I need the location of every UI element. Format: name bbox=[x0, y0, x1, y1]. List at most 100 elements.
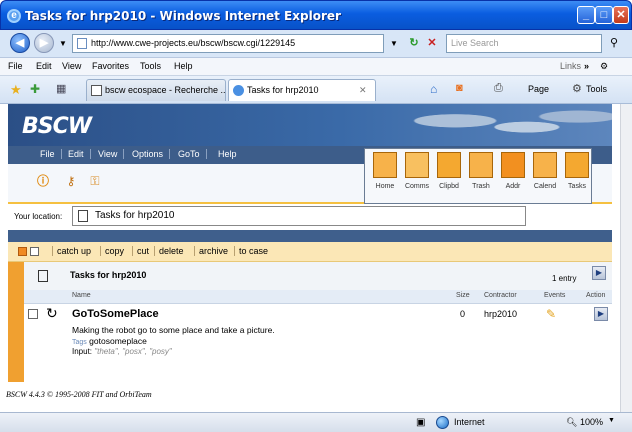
page-icon bbox=[91, 85, 102, 96]
toolbar-extra-icon[interactable]: ⚙ bbox=[600, 61, 608, 72]
close-tab-icon[interactable]: ✕ bbox=[359, 80, 367, 100]
separator-bar bbox=[8, 230, 612, 242]
keys-icon[interactable]: ⚿ bbox=[88, 174, 102, 188]
print-icon[interactable]: ⎙ bbox=[494, 82, 503, 95]
menu-edit[interactable]: Edit bbox=[36, 61, 52, 71]
page-icon bbox=[77, 38, 87, 49]
action-bar: catch up copy cut delete archive to case bbox=[8, 242, 612, 262]
bscw-menu-goto[interactable]: GoTo bbox=[172, 149, 207, 159]
row-action-arrow-icon[interactable]: ▶ bbox=[594, 307, 608, 321]
select-none-checkbox[interactable] bbox=[30, 247, 39, 256]
menu-tools[interactable]: Tools bbox=[140, 61, 161, 71]
location-value: Tasks for hrp2010 bbox=[95, 210, 175, 221]
search-input[interactable]: Live Search bbox=[446, 34, 602, 53]
people-icon[interactable] bbox=[405, 152, 429, 178]
delete-link[interactable]: delete bbox=[154, 246, 188, 256]
zoom-icon[interactable]: 🔍︎ bbox=[566, 417, 577, 428]
bscw-menu-edit[interactable]: Edit bbox=[62, 149, 91, 159]
favorites-star-icon[interactable]: ★ bbox=[10, 82, 22, 98]
home-icon[interactable] bbox=[373, 152, 397, 178]
ie-logo-icon: e bbox=[7, 9, 21, 23]
select-all-checkbox[interactable] bbox=[18, 247, 27, 256]
home-icon[interactable]: ⌂ bbox=[430, 82, 437, 96]
gear-icon[interactable]: ⚙ bbox=[572, 82, 582, 95]
catch-up-link[interactable]: catch up bbox=[52, 246, 95, 256]
bscw-menu-options[interactable]: Options bbox=[126, 149, 171, 159]
tab-tasks-hrp2010[interactable]: Tasks for hrp2010 ✕ bbox=[228, 79, 376, 101]
task-icon: ↻ bbox=[46, 305, 58, 321]
clipboard-icon[interactable] bbox=[437, 152, 461, 178]
menu-file[interactable]: File bbox=[8, 61, 23, 71]
refresh-icon[interactable]: ↻ bbox=[406, 36, 422, 51]
col-name[interactable]: Name bbox=[72, 292, 91, 299]
menu-favorites[interactable]: Favorites bbox=[92, 61, 129, 71]
task-contractor-link[interactable]: hrp2010 bbox=[484, 309, 517, 319]
menu-view[interactable]: View bbox=[62, 61, 81, 71]
address-url: http://www.cwe-projects.eu/bscw/bscw.cgi… bbox=[91, 38, 296, 48]
col-events[interactable]: Events bbox=[544, 292, 565, 299]
address-row: ◀ ▶ ▼ http://www.cwe-projects.eu/bscw/bs… bbox=[0, 30, 632, 58]
comms-label: Comms bbox=[404, 183, 430, 190]
page-menu[interactable]: Page bbox=[528, 84, 549, 94]
world-map-graphic bbox=[388, 104, 612, 146]
security-icon[interactable]: ▣ bbox=[416, 417, 425, 428]
row-checkbox[interactable] bbox=[28, 309, 38, 319]
info-icon[interactable]: ⓘ bbox=[36, 174, 50, 188]
addr-label: Addr bbox=[505, 183, 521, 190]
list-header: Tasks for hrp2010 1 entry ▶ bbox=[24, 262, 612, 290]
tags-value[interactable]: gotosomeplace bbox=[89, 336, 147, 346]
task-list-icon bbox=[78, 210, 88, 222]
cut-link[interactable]: cut bbox=[132, 246, 153, 256]
search-icon[interactable]: ⚲ bbox=[606, 36, 622, 51]
copy-link[interactable]: copy bbox=[100, 246, 128, 256]
bscw-logo[interactable]: BSCW bbox=[22, 114, 92, 139]
zoom-level[interactable]: 100% bbox=[580, 417, 603, 427]
bscw-menu-help[interactable]: Help bbox=[212, 149, 243, 159]
maximize-button[interactable]: □ bbox=[595, 6, 613, 24]
col-contractor[interactable]: Contractor bbox=[484, 292, 517, 299]
address-input[interactable]: http://www.cwe-projects.eu/bscw/bscw.cgi… bbox=[72, 34, 384, 53]
tools-menu[interactable]: Tools bbox=[586, 84, 607, 94]
tasks-icon[interactable] bbox=[565, 152, 589, 178]
bscw-menu-view[interactable]: View bbox=[92, 149, 125, 159]
close-button[interactable]: ✕ bbox=[613, 6, 629, 24]
trash-label: Trash bbox=[472, 183, 490, 190]
zoom-dropdown-icon[interactable]: ▼ bbox=[608, 417, 615, 424]
list-menu-arrow-icon[interactable]: ▶ bbox=[592, 266, 606, 280]
event-pencil-icon[interactable]: ✎ bbox=[546, 308, 560, 320]
add-favorite-icon[interactable]: ✚ bbox=[30, 82, 40, 96]
history-dropdown-icon[interactable]: ▼ bbox=[55, 36, 71, 51]
address-book-icon[interactable] bbox=[501, 152, 525, 178]
stop-icon[interactable]: ✕ bbox=[424, 36, 440, 51]
window-title-bar[interactable]: e Tasks for hrp2010 - Windows Internet E… bbox=[0, 0, 632, 30]
task-size: 0 bbox=[460, 309, 466, 319]
task-name-link[interactable]: GoToSomePlace bbox=[72, 308, 159, 320]
to-case-link[interactable]: to case bbox=[234, 246, 272, 256]
table-row: ↻ GoToSomePlace 0 hrp2010 ✎ ▶ Making the… bbox=[24, 304, 612, 382]
menu-help[interactable]: Help bbox=[174, 61, 193, 71]
bscw-action-icons: Home Comms Clipbd Trash Addr Calend Task… bbox=[364, 148, 592, 204]
internet-zone-icon bbox=[436, 416, 449, 429]
links-label[interactable]: Links bbox=[560, 61, 581, 71]
back-button[interactable]: ◀ bbox=[10, 33, 30, 53]
browser-menu-bar: File Edit View Favorites Tools Help Link… bbox=[0, 58, 632, 76]
task-list-icon bbox=[38, 270, 48, 282]
location-field[interactable]: Tasks for hrp2010 bbox=[72, 206, 526, 226]
vertical-scrollbar[interactable] bbox=[620, 104, 632, 412]
feeds-icon[interactable]: ◙ bbox=[456, 82, 463, 94]
tasks-label: Tasks bbox=[568, 183, 586, 190]
col-size[interactable]: Size bbox=[456, 292, 470, 299]
calendar-icon[interactable] bbox=[533, 152, 557, 178]
minimize-button[interactable]: _ bbox=[577, 6, 595, 24]
links-chevron-icon[interactable]: » bbox=[584, 61, 589, 71]
forward-button[interactable]: ▶ bbox=[34, 33, 54, 53]
bscw-menu-file[interactable]: File bbox=[34, 149, 62, 159]
col-action[interactable]: Action bbox=[586, 292, 605, 299]
address-dropdown-icon[interactable]: ▼ bbox=[386, 36, 402, 51]
archive-link[interactable]: archive bbox=[194, 246, 232, 256]
trash-icon[interactable] bbox=[469, 152, 493, 178]
key-icon[interactable]: ⚷ bbox=[64, 174, 78, 188]
tab-bscw-ecospace[interactable]: bscw ecospace - Recherche ... bbox=[86, 79, 226, 101]
page-content: BSCW File Edit View Options GoTo Help ⓘ … bbox=[0, 104, 620, 412]
quick-tabs-icon[interactable]: ▦ bbox=[56, 82, 66, 95]
